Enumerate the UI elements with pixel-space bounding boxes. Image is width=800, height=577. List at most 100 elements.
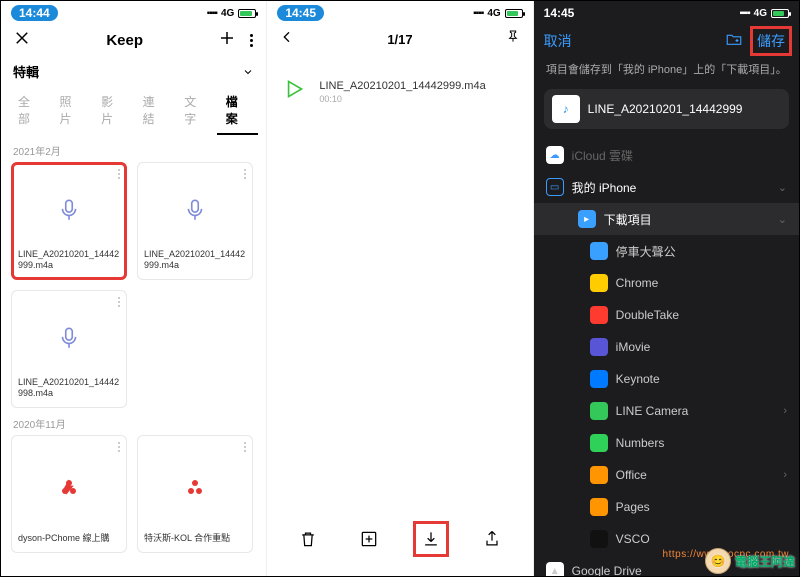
status-bar: 14:45 ▪▪▪▪ 4G [534, 1, 799, 23]
microphone-icon [18, 171, 120, 249]
app-folder-icon [590, 498, 608, 516]
folder-label: LINE Camera [616, 404, 689, 418]
location-label: 下載項目 [604, 211, 652, 228]
location-iphone[interactable]: ▭ 我的 iPhone ⌄ [534, 171, 799, 203]
folder-item[interactable]: Numbers [534, 427, 799, 459]
folder-item[interactable]: Office› [534, 459, 799, 491]
location-icloud: ☁ iCloud 雲碟 [534, 139, 799, 171]
file-card[interactable]: 特沃斯-KOL 合作重點 [137, 435, 253, 553]
save-button[interactable]: 儲存 [753, 29, 789, 53]
location-label: iCloud 雲碟 [572, 147, 633, 164]
folder-label: Numbers [616, 436, 665, 450]
file-card[interactable]: LINE_A20210201_14442998.m4a [11, 290, 127, 408]
app-folder-icon [590, 402, 608, 420]
new-folder-icon[interactable] [725, 30, 743, 53]
chevron-right-icon: › [783, 469, 787, 481]
folder-item[interactable]: Pages [534, 491, 799, 523]
tab-files[interactable]: 檔案 [217, 87, 259, 135]
folder-label: 停車大聲公 [616, 243, 676, 260]
file-name: 特沃斯-KOL 合作重點 [144, 533, 246, 544]
audio-file-icon: ♪ [552, 95, 580, 123]
download-button[interactable] [416, 524, 446, 554]
more-icon[interactable] [250, 34, 254, 47]
app-folder-icon [590, 274, 608, 292]
save-description: 項目會儲存到「我的 iPhone」上的「下載項目」。 [534, 59, 799, 85]
location-downloads[interactable]: ▸ 下載項目 ⌄ [534, 203, 799, 235]
chevron-down-icon: ⌄ [778, 181, 787, 194]
folder-item[interactable]: Chrome [534, 267, 799, 299]
item-counter: 1/17 [387, 32, 412, 47]
location-label: Google Drive [572, 564, 642, 576]
tab-text[interactable]: 文字 [175, 87, 217, 135]
status-time[interactable]: 14:45 [277, 5, 324, 21]
chevron-down-icon [242, 66, 254, 78]
app-folder-icon [590, 434, 608, 452]
status-time: 14:45 [544, 6, 575, 20]
add-icon[interactable] [218, 29, 236, 52]
back-icon[interactable] [279, 29, 295, 50]
detail-toolbar [267, 524, 532, 566]
category-tabs: 全部 照片 影片 連結 文字 檔案 [1, 87, 266, 135]
detail-header: 1/17 [267, 23, 532, 56]
folder-label: Pages [616, 500, 650, 514]
folder-item[interactable]: 停車大聲公 [534, 235, 799, 267]
battery-icon [505, 9, 523, 18]
card-more-icon[interactable] [244, 442, 246, 452]
app-folder-icon [590, 466, 608, 484]
card-more-icon[interactable] [244, 169, 246, 179]
close-icon[interactable] [13, 29, 31, 52]
tab-videos[interactable]: 影片 [92, 87, 134, 135]
file-card[interactable]: LINE_A20210201_14442999.m4a [137, 162, 253, 280]
audio-filename: LINE_A20210201_14442999.m4a [319, 80, 485, 92]
tab-photos[interactable]: 照片 [51, 87, 93, 135]
battery-icon [771, 9, 789, 18]
signal-icon: ▪▪▪▪ [739, 8, 749, 19]
file-card[interactable]: LINE_A20210201_14442999.m4a [11, 162, 127, 280]
file-name: LINE_A20210201_14442999.m4a [18, 249, 120, 272]
share-button[interactable] [477, 524, 507, 554]
file-name: LINE_A20210201_14442998.m4a [18, 377, 120, 400]
section-header: 2021年2月 [1, 135, 266, 162]
audio-player[interactable]: LINE_A20210201_14442999.m4a 00:10 [267, 56, 532, 127]
pdf-icon [18, 444, 120, 533]
add-to-button[interactable] [354, 524, 384, 554]
folder-label: Chrome [616, 276, 659, 290]
card-more-icon[interactable] [118, 442, 120, 452]
tab-links[interactable]: 連結 [134, 87, 176, 135]
keep-list-panel: 14:44 ▪▪▪▪ 4G Keep 特輯 全部 [1, 1, 267, 576]
tab-all[interactable]: 全部 [9, 87, 51, 135]
folder-item[interactable]: iMovie [534, 331, 799, 363]
section-header: 2020年11月 [1, 408, 266, 435]
card-more-icon[interactable] [118, 297, 120, 307]
folder-label: VSCO [616, 532, 650, 546]
card-more-icon[interactable] [118, 169, 120, 179]
pin-icon[interactable] [505, 29, 521, 50]
battery-icon [238, 9, 256, 18]
file-name: dyson-PChome 線上購 [18, 533, 120, 544]
chevron-right-icon: › [783, 405, 787, 417]
save-filename: LINE_A20210201_14442999 [588, 102, 743, 116]
folder-icon: ▸ [578, 210, 596, 228]
cancel-button[interactable]: 取消 [544, 31, 572, 51]
play-icon[interactable] [281, 76, 307, 107]
location-gdrive[interactable]: ▲Google Drive [534, 555, 799, 576]
folder-item[interactable]: DoubleTake [534, 299, 799, 331]
collection-selector[interactable]: 特輯 [1, 58, 266, 87]
folder-label: Keynote [616, 372, 660, 386]
file-card[interactable]: dyson-PChome 線上購 [11, 435, 127, 553]
status-bar: 14:45 ▪▪▪▪ 4G [267, 1, 532, 23]
folder-item[interactable]: VSCO [534, 523, 799, 555]
phone-icon: ▭ [546, 178, 564, 196]
folder-label: DoubleTake [616, 308, 679, 322]
pdf-icon [144, 444, 246, 533]
signal-icon: ▪▪▪▪ [473, 8, 483, 19]
microphone-icon [18, 299, 120, 377]
delete-button[interactable] [293, 524, 323, 554]
app-folder-icon [590, 370, 608, 388]
folder-item[interactable]: Keynote [534, 363, 799, 395]
network-label: 4G [487, 8, 500, 19]
status-time[interactable]: 14:44 [11, 5, 58, 21]
folder-item[interactable]: LINE Camera › [534, 395, 799, 427]
keep-header: Keep [1, 23, 266, 58]
files-save-panel: 14:45 ▪▪▪▪ 4G 取消 儲存 項目會儲存到「我的 iPhone」上的「… [534, 1, 799, 576]
